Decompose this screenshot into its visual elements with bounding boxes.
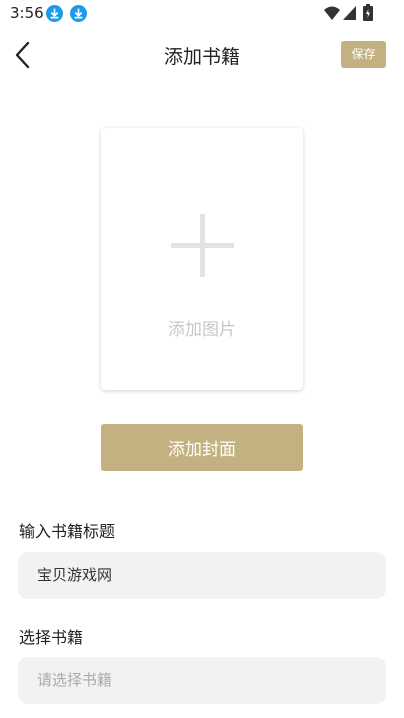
select-book-placeholder: 请选择书籍	[37, 671, 113, 689]
battery-icon	[363, 4, 373, 21]
status-bar: 3:56	[0, 0, 404, 28]
cover-upload-area[interactable]: 添加图片	[101, 128, 303, 390]
book-title-input[interactable]	[37, 552, 367, 597]
signal-icon	[343, 6, 356, 20]
save-button[interactable]: 保存	[341, 41, 386, 68]
select-book-field[interactable]: 请选择书籍	[18, 657, 386, 704]
status-time: 3:56	[10, 4, 44, 22]
add-image-label: 添加图片	[168, 320, 236, 340]
select-book-label: 选择书籍	[19, 628, 84, 647]
wifi-icon	[324, 6, 340, 20]
book-title-label: 输入书籍标题	[19, 522, 116, 541]
download-icon	[46, 5, 63, 22]
plus-icon	[171, 214, 234, 277]
book-title-field[interactable]	[18, 552, 386, 599]
add-cover-button[interactable]: 添加封面	[101, 424, 303, 471]
download-icon	[70, 5, 87, 22]
